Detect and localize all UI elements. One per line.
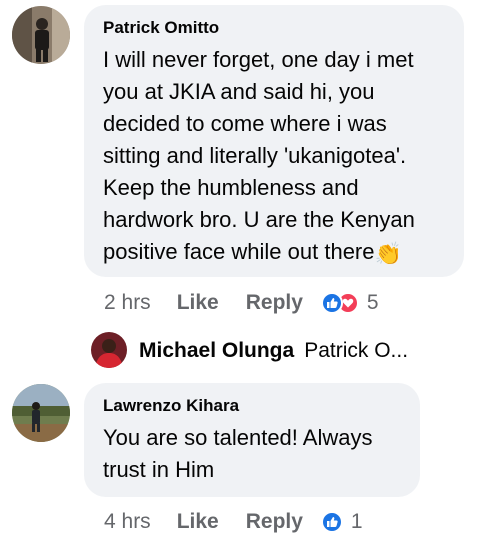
reaction-count: 5 <box>366 291 379 314</box>
comment-text-line-last: positive face while out there👏 <box>103 236 446 270</box>
comment-meta-row: 2 hrs Like Reply 5 <box>104 288 379 318</box>
like-reaction-icon <box>320 511 343 533</box>
clapping-hands-icon: 👏 <box>374 241 402 266</box>
comment-text-line: Keep the humbleness and <box>103 175 359 200</box>
comment-text-line: hardwork bro. U are the Kenyan <box>103 207 415 232</box>
comment-text-line: trust in Him <box>103 457 215 482</box>
reply-author: Michael Olunga <box>139 339 295 362</box>
comment-text-line: You are so talented! Always <box>103 425 373 450</box>
comment-author[interactable]: Patrick Omitto <box>103 18 446 38</box>
comment-time[interactable]: 2 hrs <box>104 291 151 315</box>
avatar-patrick-omitto[interactable] <box>12 6 70 64</box>
reply-preview[interactable]: Michael Olunga Patrick O... <box>139 336 408 366</box>
like-button[interactable]: Like <box>177 291 219 315</box>
avatar-lawrenzo-kihara[interactable] <box>12 384 70 442</box>
comment-text-line: you at JKIA and said hi, you <box>103 79 375 104</box>
avatar-michael-olunga[interactable] <box>91 332 127 368</box>
like-button[interactable]: Like <box>177 510 219 534</box>
comment-text-line: decided to come where i was <box>103 111 387 136</box>
avatar-photo-icon <box>12 384 70 442</box>
like-reaction-icon <box>320 292 343 314</box>
comment-bubble: Patrick Omitto I will never forget, one … <box>84 5 464 277</box>
reaction-count: 1 <box>350 510 363 533</box>
comment-text-line: sitting and literally 'ukanigotea'. <box>103 143 407 168</box>
reply-button[interactable]: Reply <box>246 510 303 534</box>
avatar-photo-icon <box>12 6 70 64</box>
reply-preview-text: Patrick O... <box>304 339 409 362</box>
reply-button[interactable]: Reply <box>246 291 303 315</box>
comment-text-line: I will never forget, one day i met <box>103 47 414 72</box>
comment-meta-row: 4 hrs Like Reply 1 <box>104 507 363 537</box>
reaction-summary[interactable]: 1 <box>320 510 363 534</box>
comment-time[interactable]: 4 hrs <box>104 510 151 534</box>
comment-author[interactable]: Lawrenzo Kihara <box>103 396 402 416</box>
comment-text-line: positive face while out there <box>103 239 375 264</box>
avatar-photo-icon <box>91 332 127 368</box>
reaction-summary[interactable]: 5 <box>320 291 379 315</box>
comment-bubble: Lawrenzo Kihara You are so talented! Alw… <box>84 383 420 497</box>
